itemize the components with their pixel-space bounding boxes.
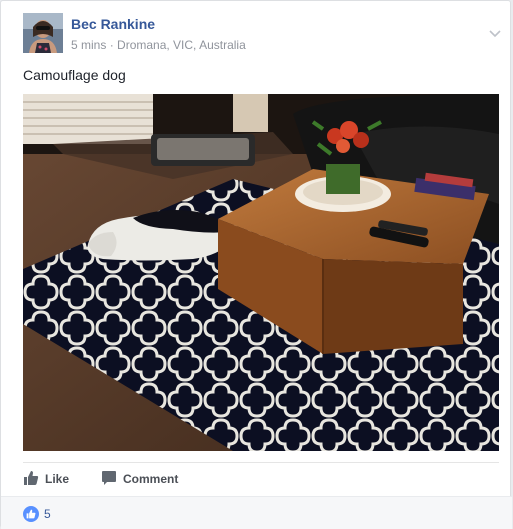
post-text: Camouflage dog [23,67,126,83]
reaction-count: 5 [44,507,51,521]
post-header: Bec Rankine 5 mins · Dromana, VIC, Austr… [23,13,501,57]
post-location[interactable]: Dromana, VIC, Australia [117,38,246,52]
reactions-bar: 5 [1,496,512,529]
chevron-down-icon[interactable] [487,25,503,41]
like-reaction-icon [23,506,39,522]
post-time[interactable]: 5 mins [71,38,106,52]
like-button[interactable]: Like [23,469,69,489]
like-label: Like [45,472,70,486]
post-meta: 5 mins · Dromana, VIC, Australia [71,38,246,52]
avatar[interactable] [23,13,63,53]
actions-divider [23,462,499,463]
comment-button[interactable]: Comment [101,469,178,489]
comment-icon [101,470,117,489]
feed-post: Bec Rankine 5 mins · Dromana, VIC, Austr… [0,0,512,529]
reaction-summary[interactable]: 5 [23,506,51,522]
comment-label: Comment [123,472,179,486]
meta-separator: · [109,38,114,52]
thumbs-up-icon [23,470,39,489]
author-name[interactable]: Bec Rankine [71,16,155,32]
post-photo[interactable] [23,94,499,451]
